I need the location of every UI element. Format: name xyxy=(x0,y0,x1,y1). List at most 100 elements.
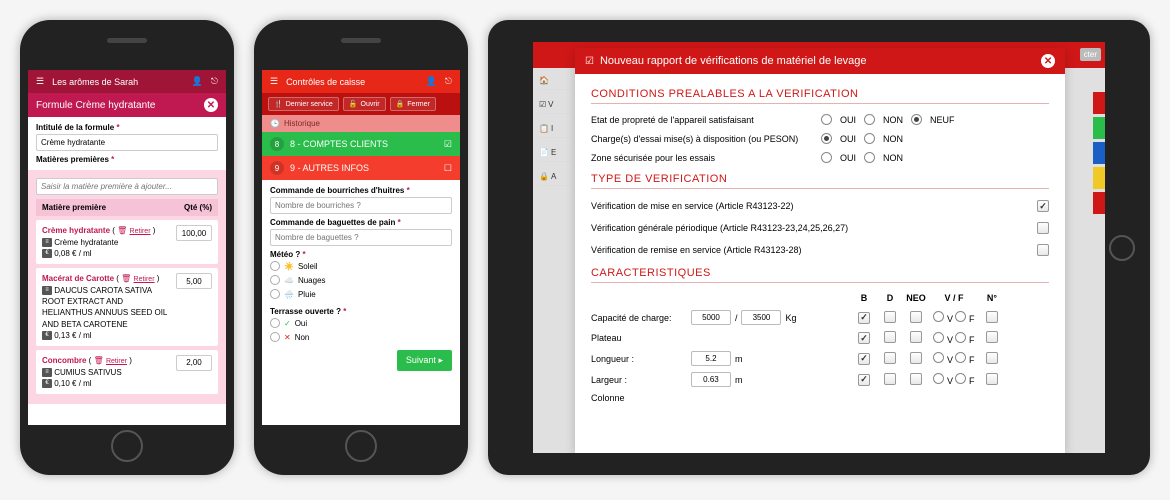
sidenav-e[interactable]: 📄 E xyxy=(537,144,571,162)
ingredient-price: 0,08 € / ml xyxy=(54,249,91,258)
cond-zone: Zone sécurisée pour les essais xyxy=(591,153,821,163)
baguettes-input[interactable] xyxy=(270,229,452,246)
color-tab-red2[interactable] xyxy=(1093,192,1105,214)
color-tab-red[interactable] xyxy=(1093,92,1105,114)
user-icon[interactable]: 👤 xyxy=(192,76,203,87)
ingredient-sub: DAUCUS CAROTA SATIVA ROOT EXTRACT AND HE… xyxy=(42,286,167,329)
ouvrir-button[interactable]: 🔓Ouvrir xyxy=(343,97,386,111)
checkbox-b[interactable] xyxy=(858,374,870,386)
food-icon: 🍴 xyxy=(274,100,283,108)
terrasse-non[interactable]: ✕Non xyxy=(270,330,452,344)
user-icon[interactable]: 👤 xyxy=(426,76,437,87)
longueur-input[interactable] xyxy=(691,351,731,366)
largeur-input[interactable] xyxy=(691,372,731,387)
checkbox[interactable] xyxy=(1037,222,1049,234)
radio-neuf[interactable] xyxy=(911,114,922,125)
radio-v[interactable] xyxy=(933,332,944,343)
trash-icon[interactable]: 🗑 xyxy=(117,226,127,235)
radio-non[interactable] xyxy=(864,114,875,125)
sidenav-v[interactable]: ☑ V xyxy=(537,96,571,114)
radio-non[interactable] xyxy=(864,133,875,144)
logout-icon[interactable]: ⎋ xyxy=(445,76,452,87)
table-header: Matière première Qté (%) xyxy=(36,199,218,216)
color-tab-yellow[interactable] xyxy=(1093,167,1105,189)
retire-link[interactable]: Retirer xyxy=(134,276,155,283)
ingredient-sub: Crème hydratante xyxy=(54,238,118,247)
sidenav-a[interactable]: 🔒 A xyxy=(537,168,571,186)
logout-icon[interactable]: ⎋ xyxy=(211,76,218,87)
checkbox-d[interactable] xyxy=(884,352,896,364)
modal-header: ☑ Nouveau rapport de vérifications de ma… xyxy=(575,48,1065,74)
checkbox-neo[interactable] xyxy=(910,331,922,343)
color-tab-blue[interactable] xyxy=(1093,142,1105,164)
price-icon: € xyxy=(42,331,52,340)
modal-close-button[interactable]: ✕ xyxy=(1041,54,1055,68)
radio-f[interactable] xyxy=(955,352,966,363)
qty-input[interactable] xyxy=(176,273,212,289)
accordion-autres-infos[interactable]: 9 9 - AUTRES INFOS ☐ xyxy=(262,156,460,180)
radio-v[interactable] xyxy=(933,373,944,384)
checkbox-b[interactable] xyxy=(858,312,870,324)
label-terrasse: Terrasse ouverte ? * xyxy=(270,307,452,316)
lock-icon: 🔒 xyxy=(396,100,405,108)
sidenav-i[interactable]: 📋 I xyxy=(537,120,571,138)
label-matieres: Matières premières * xyxy=(36,155,218,164)
checkbox-b[interactable] xyxy=(858,353,870,365)
checkbox-n[interactable] xyxy=(986,352,998,364)
checkbox-neo[interactable] xyxy=(910,373,922,385)
intitule-input[interactable] xyxy=(36,134,218,151)
meteo-soleil[interactable]: ☀️Soleil xyxy=(270,259,452,273)
sidenav-home[interactable]: 🏠 xyxy=(537,72,571,90)
checkbox-neo[interactable] xyxy=(910,311,922,323)
meteo-nuages[interactable]: ☁️Nuages xyxy=(270,273,452,287)
suivant-button[interactable]: Suivant ▸ xyxy=(397,350,452,371)
radio-f[interactable] xyxy=(955,332,966,343)
checkbox-neo[interactable] xyxy=(910,352,922,364)
ingredient-card: Crème hydratante ( 🗑 Retirer ) ≡ Crème h… xyxy=(36,220,218,264)
char-header-row: B D NEO V / F N° xyxy=(591,289,1049,307)
radio-non[interactable] xyxy=(864,152,875,163)
acc-number-icon: 9 xyxy=(270,161,284,175)
matiere-search-input[interactable] xyxy=(36,178,218,195)
radio-oui[interactable] xyxy=(821,114,832,125)
radio-f[interactable] xyxy=(955,311,966,322)
retire-link[interactable]: Retirer xyxy=(130,228,151,235)
checkbox-n[interactable] xyxy=(986,311,998,323)
meteo-pluie[interactable]: 🌧️Pluie xyxy=(270,287,452,301)
qty-input[interactable] xyxy=(176,355,212,371)
qty-input[interactable] xyxy=(176,225,212,241)
checkbox-n[interactable] xyxy=(986,331,998,343)
checkbox-d[interactable] xyxy=(884,373,896,385)
subnav-historique[interactable]: 🕒 Historique xyxy=(262,115,460,132)
menu-icon[interactable]: ☰ xyxy=(36,76,44,87)
radio-f[interactable] xyxy=(955,373,966,384)
cter-button[interactable]: cter xyxy=(1080,48,1101,61)
radio-oui[interactable] xyxy=(821,133,832,144)
acc-title: 9 - AUTRES INFOS xyxy=(290,163,369,173)
menu-icon[interactable]: ☰ xyxy=(270,76,278,87)
checkbox-d[interactable] xyxy=(884,311,896,323)
checkbox-b[interactable] xyxy=(858,332,870,344)
checkbox[interactable] xyxy=(1037,200,1049,212)
radio-v[interactable] xyxy=(933,311,944,322)
label-intitule: Intitulé de la formule * xyxy=(36,123,218,132)
checkbox-d[interactable] xyxy=(884,331,896,343)
terrasse-oui[interactable]: ✓Oui xyxy=(270,316,452,330)
accordion-comptes-clients[interactable]: 8 8 - COMPTES CLIENTS ☑ xyxy=(262,132,460,156)
bourriches-input[interactable] xyxy=(270,197,452,214)
fermer-button[interactable]: 🔒Fermer xyxy=(390,97,436,111)
trash-icon[interactable]: 🗑 xyxy=(121,274,131,283)
trash-icon[interactable]: 🗑 xyxy=(94,356,104,365)
panel-close-button[interactable]: ✕ xyxy=(204,98,218,112)
color-tab-green[interactable] xyxy=(1093,117,1105,139)
checkbox-n[interactable] xyxy=(986,373,998,385)
radio-v[interactable] xyxy=(933,352,944,363)
radio-oui[interactable] xyxy=(821,152,832,163)
row-longueur: Longueur : m V F xyxy=(591,348,1049,369)
retire-link[interactable]: Retirer xyxy=(106,358,127,365)
cap1-input[interactable] xyxy=(691,310,731,325)
checkbox[interactable] xyxy=(1037,244,1049,256)
verif-mise-en-service: Vérification de mise en service (Article… xyxy=(591,201,1037,211)
cap2-input[interactable] xyxy=(741,310,781,325)
dernier-service-button[interactable]: 🍴Dernier service xyxy=(268,97,339,111)
